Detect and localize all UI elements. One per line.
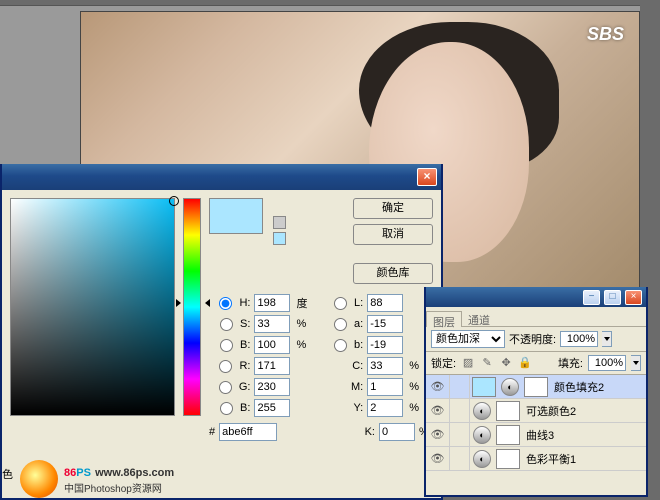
layers-titlebar[interactable]: − □ ×	[426, 287, 646, 307]
color-picker-titlebar[interactable]: ×	[2, 164, 441, 190]
ok-button[interactable]: 确定	[353, 198, 433, 219]
s-input[interactable]	[254, 315, 290, 333]
layer-row[interactable]: 👁 ◐ 可选颜色2	[426, 399, 646, 423]
maximize-icon[interactable]: □	[604, 290, 621, 305]
adjustment-icon[interactable]: ◐	[473, 450, 491, 468]
k-input[interactable]	[379, 423, 415, 441]
r-input[interactable]	[254, 357, 290, 375]
photo-glasses	[379, 132, 499, 167]
layer-name[interactable]: 颜色填充2	[550, 379, 646, 395]
tab-layers[interactable]: 图层	[426, 311, 462, 327]
lock-transparent-icon[interactable]: ▨	[461, 356, 475, 370]
m-input[interactable]	[367, 378, 403, 396]
m-label: M:	[324, 381, 363, 393]
l-input[interactable]	[367, 294, 403, 312]
l-radio[interactable]: L:	[324, 297, 363, 310]
link-cell[interactable]	[450, 399, 470, 423]
panel-tabs: 图层 通道	[426, 307, 646, 327]
lock-all-icon[interactable]: 🔒	[518, 356, 532, 370]
opacity-label: 不透明度:	[509, 331, 556, 347]
layer-name[interactable]: 曲线3	[522, 427, 646, 443]
color-library-button[interactable]: 颜色库	[353, 263, 433, 284]
hex-label: #	[209, 426, 215, 438]
link-cell[interactable]	[450, 375, 470, 399]
fill-label: 填充:	[558, 355, 583, 371]
color-picker-dialog: × 确定 取消 颜色库 H:度	[0, 164, 443, 500]
link-cell[interactable]	[450, 423, 470, 447]
a-input[interactable]	[367, 315, 403, 333]
cancel-button[interactable]: 取消	[353, 224, 433, 245]
lock-brush-icon[interactable]: ✎	[480, 356, 494, 370]
lock-label: 锁定:	[431, 355, 456, 371]
brand-subtitle: 中国Photoshop资源网	[64, 480, 174, 495]
hex-input[interactable]	[219, 423, 277, 441]
status-text: 色	[2, 466, 13, 482]
visibility-icon[interactable]: 👁	[426, 447, 450, 471]
k-label: K:	[365, 426, 375, 438]
bb-input[interactable]	[254, 399, 290, 417]
b-radio[interactable]: b:	[324, 339, 363, 352]
layer-mask[interactable]	[496, 401, 520, 421]
blend-mode-select[interactable]: 颜色加深	[431, 330, 505, 348]
close-icon[interactable]: ×	[625, 290, 642, 305]
bv-input[interactable]	[254, 336, 290, 354]
layer-row[interactable]: 👁 ◐ 曲线3	[426, 423, 646, 447]
layer-mask[interactable]	[524, 377, 548, 397]
lock-move-icon[interactable]: ✥	[499, 356, 513, 370]
layer-name[interactable]: 色彩平衡1	[522, 451, 646, 467]
watermark: 86PS www.86ps.com 中国Photoshop资源网	[20, 460, 174, 498]
visibility-icon[interactable]: 👁	[426, 375, 450, 399]
tab-channels[interactable]: 通道	[462, 310, 496, 326]
g-input[interactable]	[254, 378, 290, 396]
opacity-input[interactable]	[560, 331, 598, 347]
a-radio[interactable]: a:	[324, 318, 363, 331]
b-input[interactable]	[367, 336, 403, 354]
y-input[interactable]	[367, 399, 403, 417]
hue-slider-thumb[interactable]	[179, 299, 207, 307]
adjustment-icon[interactable]: ◐	[501, 378, 519, 396]
layers-panel: − □ × 图层 通道 颜色加深 不透明度: 锁定: ▨ ✎ ✥ 🔒 填充: 👁…	[424, 287, 648, 497]
visibility-icon[interactable]: 👁	[426, 423, 450, 447]
logo-icon	[20, 460, 58, 498]
visibility-icon[interactable]: 👁	[426, 399, 450, 423]
layer-list: 👁 ◐ 颜色填充2 👁 ◐ 可选颜色2 👁 ◐ 曲线3 👁 ◐ 色彩平衡1	[426, 375, 646, 471]
r-radio[interactable]: R:	[209, 360, 250, 373]
sbs-watermark: SBS	[587, 24, 624, 45]
layer-mask[interactable]	[496, 425, 520, 445]
brand-text: 86PS www.86ps.com	[64, 463, 174, 480]
bb-radio[interactable]: B:	[209, 402, 250, 415]
bv-radio[interactable]: B:	[209, 339, 250, 352]
layer-mask[interactable]	[496, 449, 520, 469]
minimize-icon[interactable]: −	[583, 290, 600, 305]
fill-arrow-icon[interactable]	[631, 355, 641, 371]
layer-row[interactable]: 👁 ◐ 色彩平衡1	[426, 447, 646, 471]
cube-icon[interactable]	[273, 216, 286, 229]
adjustment-icon[interactable]: ◐	[473, 426, 491, 444]
link-cell[interactable]	[450, 447, 470, 471]
layer-name[interactable]: 可选颜色2	[522, 403, 646, 419]
layer-row[interactable]: 👁 ◐ 颜色填充2	[426, 375, 646, 399]
opacity-arrow-icon[interactable]	[602, 331, 612, 347]
websafe-swatch[interactable]	[273, 232, 286, 245]
layer-thumb[interactable]	[472, 377, 496, 397]
color-spectrum[interactable]	[10, 198, 175, 416]
y-label: Y:	[324, 402, 363, 414]
close-icon[interactable]: ×	[417, 168, 437, 186]
photo-hair	[359, 22, 559, 172]
adjustment-icon[interactable]: ◐	[473, 402, 491, 420]
hue-slider[interactable]	[183, 198, 201, 416]
fill-input[interactable]	[588, 355, 626, 371]
h-input[interactable]	[254, 294, 290, 312]
c-input[interactable]	[367, 357, 403, 375]
g-radio[interactable]: G:	[209, 381, 250, 394]
c-label: C:	[324, 360, 363, 372]
h-radio[interactable]: H:	[209, 297, 250, 310]
color-fields: H:度 L: S:% a: B:% b: R: C:% G: M:% B: Y:…	[209, 294, 433, 417]
spectrum-cursor[interactable]	[169, 196, 179, 206]
color-preview	[209, 198, 263, 234]
s-radio[interactable]: S:	[209, 318, 250, 331]
